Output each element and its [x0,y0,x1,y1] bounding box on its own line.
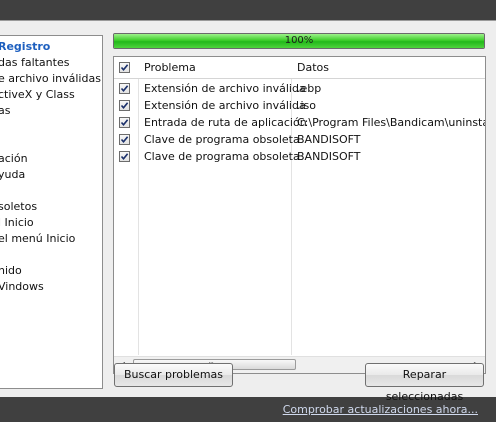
cell-problema: Extensión de archivo inválida [144,82,306,95]
cell-datos: .iso [297,99,317,112]
table-row[interactable]: Clave de programa obsoleta BANDISOFT [114,149,485,165]
select-all-checkbox[interactable] [119,62,130,73]
cell-datos: C:\Program Files\Bandicam\uninstall.ex [297,116,485,129]
sidebar-item-extensiones-invalidas[interactable]: e archivo inválidas [0,72,101,86]
sidebar-item-dlls-faltantes[interactable]: das faltantes [0,56,69,70]
cell-problema: Clave de programa obsoleta [144,150,300,163]
results-table: Problema Datos Extensión de archivo invá… [113,56,486,374]
cell-problema: Entrada de ruta de aplicación [144,116,307,129]
cell-problema: Extensión de archivo inválida [144,99,306,112]
sidebar-item-aplicacion[interactable]: ación [0,152,28,166]
cell-datos: BANDISOFT [297,133,361,146]
main-window: Registro das faltantes e archivo inválid… [0,20,496,403]
cell-datos: BANDISOFT [297,150,361,163]
sidebar-item-obsoletos[interactable]: soletos [0,200,37,214]
scan-button[interactable]: Buscar problemas [114,363,233,387]
sidebar-item-fuentes[interactable]: as [0,104,10,118]
sidebar-item-inicio[interactable]: l Inicio [0,216,34,230]
sidebar-item-ayuda[interactable]: yuda [0,168,25,182]
checkmark-icon [120,153,129,161]
sidebar-item-menu-inicio[interactable]: el menú Inicio [0,232,75,246]
sidebar: Registro das faltantes e archivo inválid… [0,35,103,389]
progress-label: 100% [284,35,314,46]
cell-datos: .ebp [297,82,322,95]
checkmark-icon [120,102,129,110]
checkmark-icon [120,136,129,144]
checkmark-icon [120,64,129,72]
sidebar-item-sonido[interactable]: nido [0,264,22,278]
table-row[interactable]: Extensión de archivo inválida .iso [114,98,485,114]
column-header-problema[interactable]: Problema [144,61,196,74]
scan-progress-bar: 100% [113,33,485,49]
row-checkbox[interactable] [119,151,130,162]
table-row[interactable]: Clave de programa obsoleta BANDISOFT [114,132,485,148]
column-header-datos[interactable]: Datos [297,61,329,74]
check-updates-link[interactable]: Comprobar actualizaciones ahora... [283,403,478,416]
row-checkbox[interactable] [119,100,130,111]
row-checkbox[interactable] [119,83,130,94]
fix-selected-button[interactable]: Reparar seleccionadas [365,363,484,403]
checkmark-icon [120,119,129,127]
row-checkbox[interactable] [119,134,130,145]
sidebar-item-windows[interactable]: Vindows [0,280,44,294]
sidebar-item-registro[interactable]: Registro [0,40,50,54]
checkmark-icon [120,85,129,93]
sidebar-item-activex[interactable]: ctiveX y Class [0,88,75,102]
table-row[interactable]: Extensión de archivo inválida .ebp [114,81,485,97]
table-header: Problema Datos [114,57,485,79]
cell-problema: Clave de programa obsoleta [144,133,300,146]
row-checkbox[interactable] [119,117,130,128]
table-row[interactable]: Entrada de ruta de aplicación C:\Program… [114,115,485,131]
